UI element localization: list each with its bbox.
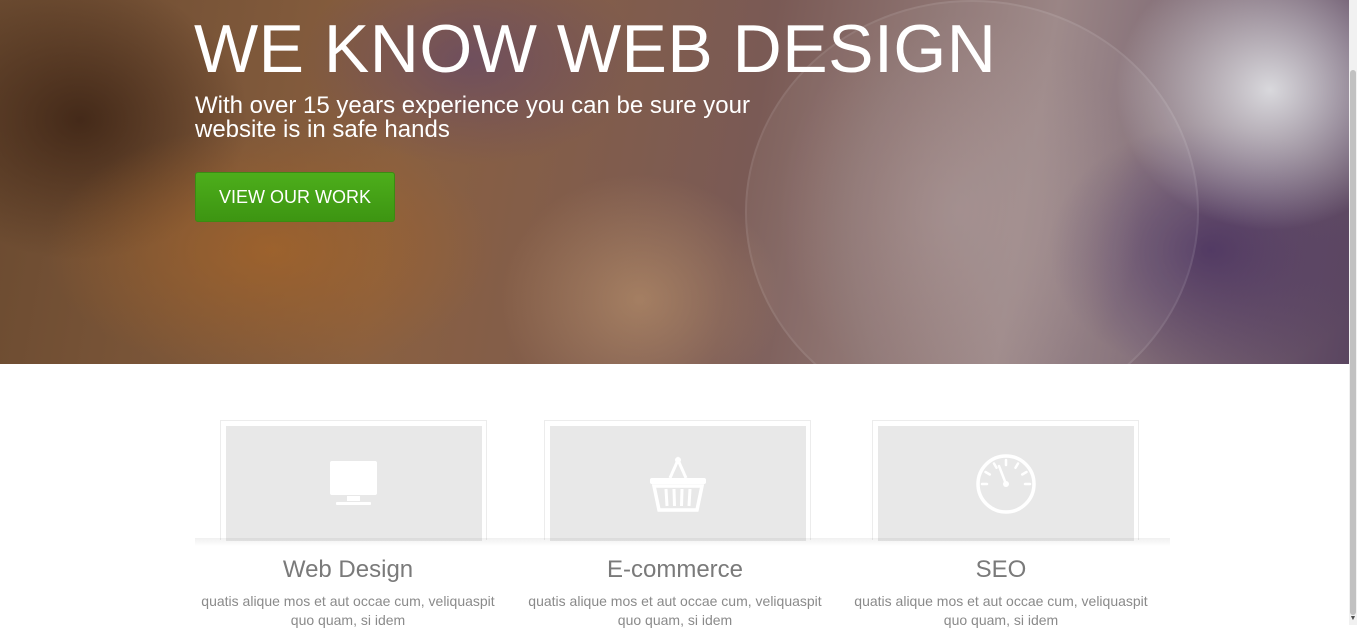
service-title-web-design: Web Design bbox=[282, 556, 414, 583]
hero-banner: WE KNOW WEB DESIGN With over 15 years ex… bbox=[0, 0, 1349, 364]
service-text-ecommerce: quatis alique mos et aut occae cum, veli… bbox=[528, 593, 822, 628]
hero-subtitle: With over 15 years experience you can be… bbox=[195, 92, 750, 143]
view-our-work-button[interactable]: VIEW OUR WORK bbox=[195, 172, 395, 222]
service-text-seo: quatis alique mos et aut occae cum, veli… bbox=[854, 593, 1148, 628]
speedometer-icon bbox=[976, 453, 1036, 514]
service-card-image bbox=[550, 426, 806, 541]
service-text-web-design: quatis alique mos et aut occae cum, veli… bbox=[201, 593, 495, 628]
service-card-image bbox=[226, 426, 482, 541]
service-card-ecommerce bbox=[544, 420, 811, 541]
hero-title: WE KNOW WEB DESIGN bbox=[194, 11, 997, 87]
vertical-scrollbar[interactable]: ▼ bbox=[1349, 0, 1357, 625]
service-card-image-frame bbox=[872, 420, 1139, 541]
monitor-icon bbox=[330, 460, 377, 505]
service-card-web-design bbox=[220, 420, 487, 541]
scroll-down-arrow-icon[interactable]: ▼ bbox=[1349, 615, 1357, 623]
cards-divider-shadow bbox=[195, 538, 1170, 546]
service-title-ecommerce: E-commerce bbox=[606, 556, 744, 583]
service-card-image-frame bbox=[544, 420, 811, 541]
service-title-seo: SEO bbox=[975, 556, 1027, 583]
service-card-image bbox=[878, 426, 1134, 541]
service-card-image-frame bbox=[220, 420, 487, 541]
service-card-seo bbox=[872, 420, 1139, 541]
scrollbar-thumb[interactable] bbox=[1350, 70, 1356, 615]
shopping-basket-icon bbox=[650, 455, 706, 512]
